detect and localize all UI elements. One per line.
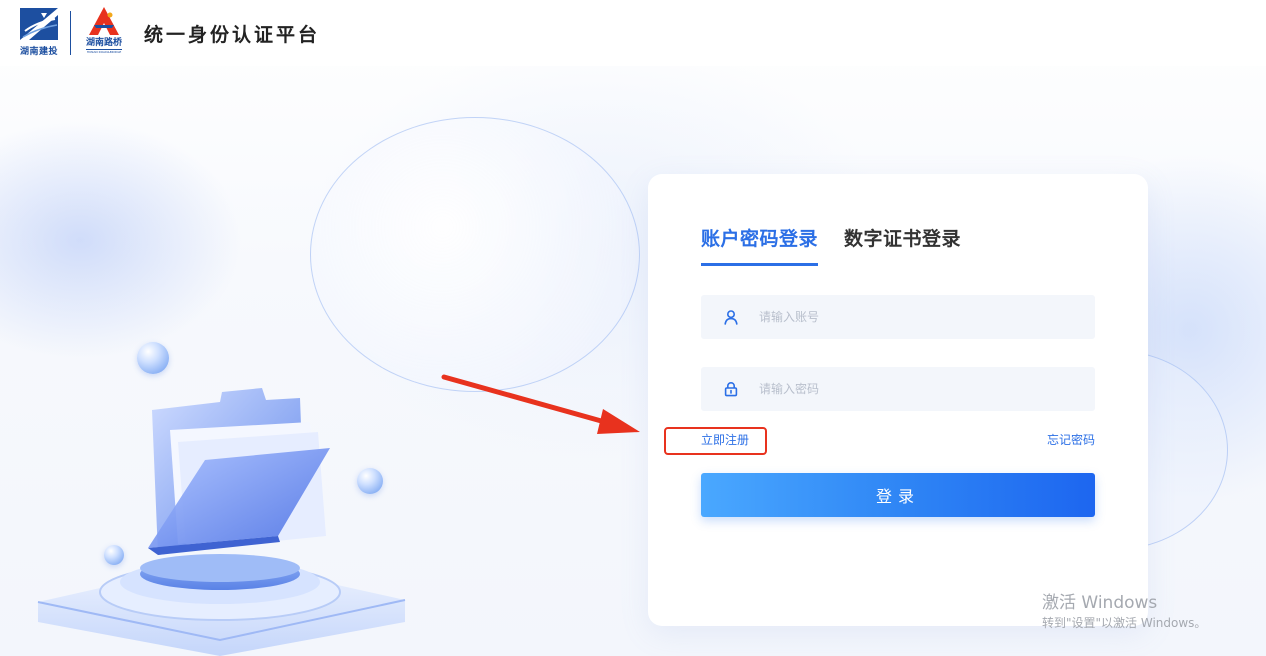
- watermark-line1: 激活 Windows: [1042, 593, 1158, 613]
- hunan-construction-logo: 湖南建投: [18, 7, 60, 59]
- tab-account-password[interactable]: 账户密码登录: [701, 224, 819, 266]
- hunan-construction-emblem-icon: [20, 8, 58, 40]
- password-input[interactable]: [759, 382, 1095, 396]
- hunan-road-bridge-logo: 湖南路桥 HUNAN ROAD&BRIDGE: [80, 6, 128, 60]
- logo1-text: 湖南建投: [19, 47, 58, 57]
- decorative-bubble: [104, 545, 124, 565]
- road-bridge-emblem-icon: [89, 7, 119, 35]
- folder-platform-icon: [37, 388, 406, 656]
- tab-digital-certificate[interactable]: 数字证书登录: [844, 224, 961, 266]
- logo2-subtext: HUNAN ROAD&BRIDGE: [86, 50, 122, 54]
- forgot-password-link[interactable]: 忘记密码: [1047, 431, 1095, 448]
- lock-icon: [724, 381, 738, 397]
- watermark-line2: 转到"设置"以激活 Windows。: [1042, 616, 1207, 630]
- login-card: 账户密码登录 数字证书登录 立即注册 忘记密码 登录: [648, 174, 1148, 626]
- register-link[interactable]: 立即注册: [701, 431, 749, 448]
- decorative-bubble: [357, 468, 383, 494]
- user-icon: [724, 310, 738, 325]
- folder-illustration: [30, 330, 420, 656]
- username-input[interactable]: [759, 310, 1095, 324]
- windows-activation-watermark: 激活 Windows 转到"设置"以激活 Windows。: [1042, 588, 1206, 631]
- login-button[interactable]: 登录: [701, 473, 1095, 517]
- login-tabs: 账户密码登录 数字证书登录: [701, 224, 961, 266]
- top-header: 湖南建投 湖南路桥 HUNAN ROAD&BRIDGE 统一身份认证平台: [0, 0, 1266, 66]
- decorative-bubble: [137, 342, 169, 374]
- page-title: 统一身份认证平台: [144, 23, 321, 46]
- logo-divider: [70, 11, 71, 55]
- logo2-text: 湖南路桥: [85, 38, 122, 50]
- username-field[interactable]: [701, 295, 1095, 339]
- password-field[interactable]: [701, 367, 1095, 411]
